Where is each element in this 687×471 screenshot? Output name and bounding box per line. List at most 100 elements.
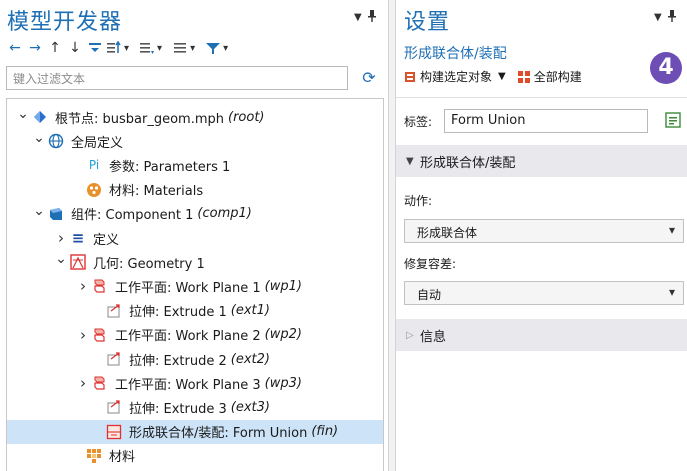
pane-splitter[interactable] bbox=[388, 0, 396, 471]
component-icon bbox=[47, 205, 65, 223]
label-field[interactable]: Form Union bbox=[444, 109, 648, 133]
tree-item-label: 定义 bbox=[93, 232, 120, 248]
work-plane-icon bbox=[91, 374, 109, 392]
settings-pane: 设置 ▼ 形成联合体/装配 构建选定对象 ▼ 全部构建 4 标签: Form U… bbox=[396, 0, 687, 471]
tree-item[interactable]: › 工作平面: Work Plane 2 (wp2) bbox=[7, 323, 383, 347]
settings-divider bbox=[396, 97, 687, 98]
refresh-icon[interactable]: ⟳ bbox=[360, 69, 378, 87]
root-icon bbox=[31, 108, 49, 126]
action-select[interactable]: 形成联合体 bbox=[404, 219, 684, 243]
settings-window-controls: ▼ bbox=[654, 10, 676, 25]
tree-item-tag: (root) bbox=[228, 109, 265, 125]
extrude-icon bbox=[105, 398, 123, 416]
tree-item[interactable]: 拉伸: Extrude 3 (ext3) bbox=[7, 395, 383, 419]
up-arrow-icon[interactable]: ↑ bbox=[46, 39, 64, 57]
build-selected-dropdown-icon[interactable]: ▼ bbox=[498, 71, 506, 82]
chevron-down-icon[interactable]: ⌄ bbox=[15, 106, 31, 122]
chevron-right-icon: ▷ bbox=[406, 329, 414, 341]
tree-item[interactable]: 材料 bbox=[7, 444, 383, 468]
form-union-section-header[interactable]: ▼ 形成联合体/装配 bbox=[396, 145, 687, 177]
chevron-down-icon[interactable]: ⌄ bbox=[31, 130, 47, 146]
chevron-right-icon[interactable]: › bbox=[75, 277, 91, 295]
chevron-right-icon[interactable]: › bbox=[53, 229, 69, 247]
tree-item-tag: (fin) bbox=[311, 424, 339, 440]
tree-item-label: 拉伸: Extrude 3 bbox=[129, 401, 227, 417]
tree-item-label: 组件: Component 1 bbox=[71, 208, 194, 224]
pin-icon[interactable] bbox=[667, 10, 676, 25]
show-icon[interactable] bbox=[86, 39, 104, 57]
tree-item[interactable]: › 工作平面: Work Plane 3 (wp3) bbox=[7, 371, 383, 395]
sort-icon[interactable] bbox=[106, 39, 129, 57]
build-selected-button[interactable]: 构建选定对象 bbox=[420, 68, 492, 85]
tree-item[interactable]: › 工作平面: Work Plane 1 (wp1) bbox=[7, 274, 383, 298]
tree-item-tag: (wp1) bbox=[264, 278, 302, 294]
list-view-icon[interactable] bbox=[172, 39, 195, 57]
label-row: 标签: Form Union bbox=[404, 109, 648, 133]
tree-item-label: 材料 bbox=[109, 450, 136, 466]
tree-item[interactable]: 材料: Materials bbox=[7, 178, 383, 202]
tree-item-label: 全局定义 bbox=[71, 135, 124, 151]
info-section-header[interactable]: ▷ 信息 bbox=[396, 319, 687, 351]
repair-tolerance-label: 修复容差: bbox=[404, 257, 457, 271]
tree-item[interactable]: Pi 参数: Parameters 1 bbox=[7, 153, 383, 177]
dropdown-arrow-icon[interactable]: ▼ bbox=[654, 12, 662, 23]
form-union-icon bbox=[105, 423, 123, 441]
step-badge: 4 bbox=[650, 52, 682, 84]
model-builder-toolbar: ← → ↑ ↓ bbox=[6, 38, 228, 58]
chevron-down-icon[interactable]: ⌄ bbox=[31, 203, 47, 219]
label-key: 标签: bbox=[404, 114, 433, 129]
tree-item[interactable]: ⌄ 几何: Geometry 1 bbox=[7, 250, 383, 274]
tree-item-label: 根节点: busbar_geom.mph bbox=[55, 111, 224, 127]
build-all-button[interactable]: 全部构建 bbox=[534, 68, 582, 85]
tree-item-label: 工作平面: Work Plane 1 bbox=[115, 280, 261, 296]
settings-subtitle: 形成联合体/装配 bbox=[404, 46, 507, 62]
model-builder-window-controls: ▼ bbox=[354, 10, 376, 25]
tree-item-tag: (ext2) bbox=[230, 351, 270, 367]
build-selected-icon bbox=[404, 71, 416, 83]
settings-title: 设置 bbox=[404, 10, 451, 35]
tree-item[interactable]: ⌄ 全局定义 bbox=[7, 129, 383, 153]
tree-item-label: 几何: Geometry 1 bbox=[93, 256, 205, 272]
filter-icon[interactable] bbox=[205, 39, 228, 57]
model-tree: ⌄ 根节点: busbar_geom.mph (root) ⌄ 全局定义 Pi 参数: Pa… bbox=[6, 98, 384, 471]
chevron-right-icon[interactable]: › bbox=[75, 326, 91, 344]
pin-icon[interactable] bbox=[367, 10, 376, 25]
tree-item-label: 工作平面: Work Plane 3 bbox=[115, 377, 261, 393]
extrude-icon bbox=[105, 350, 123, 368]
tree-item-label: 参数: Parameters 1 bbox=[109, 159, 231, 175]
expand-icon[interactable] bbox=[139, 39, 162, 57]
tree-item-tag: (wp3) bbox=[264, 375, 302, 391]
chevron-right-icon[interactable]: › bbox=[75, 374, 91, 392]
tree-item-label: 拉伸: Extrude 1 bbox=[129, 305, 227, 321]
filter-input[interactable]: 键入过滤文本 bbox=[6, 66, 348, 90]
edit-label-icon[interactable] bbox=[664, 111, 682, 129]
tree-item[interactable]: 拉伸: Extrude 1 (ext1) bbox=[7, 299, 383, 323]
tree-item[interactable]: 形成联合体/装配: Form Union (fin) bbox=[7, 419, 383, 444]
tree-item-label: 形成联合体/装配: Form Union bbox=[129, 426, 308, 442]
tree-item-label: 拉伸: Extrude 2 bbox=[129, 353, 227, 369]
tree-item[interactable]: › ≡ 定义 bbox=[7, 226, 383, 250]
back-arrow-icon[interactable]: ← bbox=[6, 39, 24, 57]
work-plane-icon bbox=[91, 326, 109, 344]
tree-item[interactable]: ⌄ 根节点: busbar_geom.mph (root) bbox=[7, 105, 383, 129]
build-toolbar: 构建选定对象 ▼ 全部构建 bbox=[404, 68, 582, 85]
tree-item-tag: (ext1) bbox=[230, 303, 270, 319]
form-union-section-title: 形成联合体/装配 bbox=[420, 155, 516, 171]
chevron-down-icon: ▼ bbox=[406, 155, 414, 167]
tree-item[interactable]: ⌄ 组件: Component 1 (comp1) bbox=[7, 202, 383, 226]
tree-item-tag: (wp2) bbox=[264, 327, 302, 343]
dropdown-arrow-icon[interactable]: ▼ bbox=[354, 12, 362, 23]
chevron-down-icon[interactable]: ⌄ bbox=[53, 251, 69, 267]
tree-item[interactable]: 拉伸: Extrude 2 (ext2) bbox=[7, 347, 383, 371]
repair-tolerance-select[interactable]: 自动 bbox=[404, 281, 684, 305]
down-arrow-icon[interactable]: ↓ bbox=[66, 39, 84, 57]
tree-item-label: 工作平面: Work Plane 2 bbox=[115, 329, 261, 345]
tree-item-label: 材料: Materials bbox=[109, 184, 204, 200]
forward-arrow-icon[interactable]: → bbox=[26, 39, 44, 57]
geometry-icon bbox=[69, 253, 87, 271]
